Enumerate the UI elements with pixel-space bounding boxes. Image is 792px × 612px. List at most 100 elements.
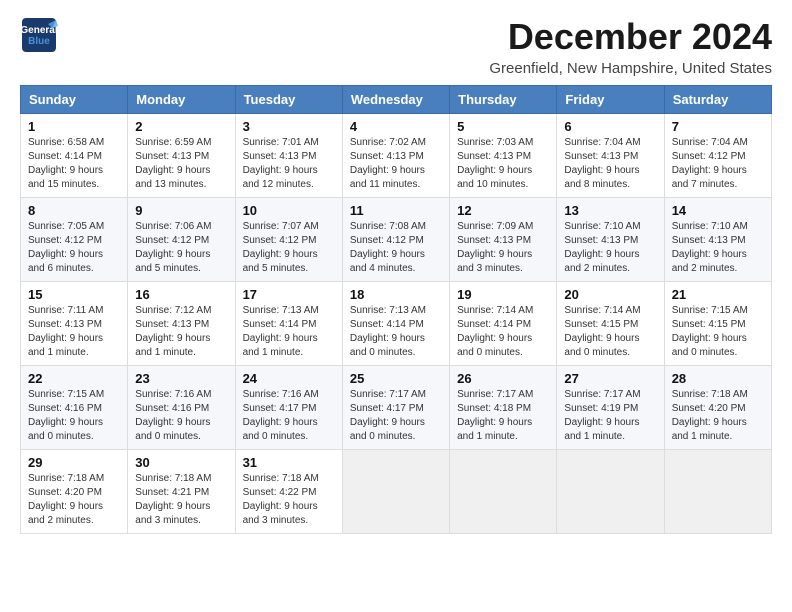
- table-row: 8 Sunrise: 7:05 AMSunset: 4:12 PMDaylight…: [21, 198, 128, 282]
- cell-info: Sunrise: 7:04 AMSunset: 4:12 PMDaylight:…: [672, 136, 764, 192]
- cell-info: Sunrise: 7:17 AMSunset: 4:17 PMDaylight:…: [350, 388, 442, 444]
- calendar-week-row: 29 Sunrise: 7:18 AMSunset: 4:20 PMDayligh…: [21, 450, 772, 534]
- table-row: 21Sunrise: 7:15 AMSunset: 4:15 PMDayligh…: [664, 282, 771, 366]
- cell-info: Sunrise: 7:18 AMSunset: 4:22 PMDaylight:…: [243, 472, 335, 528]
- table-row: 31 Sunrise: 7:18 AMSunset: 4:22 PMDayligh…: [235, 450, 342, 534]
- day-number: 14: [672, 203, 764, 218]
- day-number: 19: [457, 287, 549, 302]
- day-number: 1: [28, 119, 120, 134]
- table-row: 30 Sunrise: 7:18 AMSunset: 4:21 PMDayligh…: [128, 450, 235, 534]
- table-row: 10 Sunrise: 7:07 AMSunset: 4:12 PMDayligh…: [235, 198, 342, 282]
- table-row: 24Sunrise: 7:16 AMSunset: 4:17 PMDayligh…: [235, 366, 342, 450]
- day-number: 6: [564, 119, 656, 134]
- calendar-week-row: 1 Sunrise: 6:58 AMSunset: 4:14 PMDaylight…: [21, 114, 772, 198]
- day-number: 11: [350, 203, 442, 218]
- cell-info: Sunrise: 6:58 AMSunset: 4:14 PMDaylight:…: [28, 136, 120, 192]
- col-sunday: Sunday: [21, 86, 128, 114]
- table-row: 12 Sunrise: 7:09 AMSunset: 4:13 PMDayligh…: [450, 198, 557, 282]
- day-number: 22: [28, 371, 120, 386]
- cell-info: Sunrise: 7:13 AMSunset: 4:14 PMDaylight:…: [350, 304, 442, 360]
- table-row: 16 Sunrise: 7:12 AMSunset: 4:13 PMDayligh…: [128, 282, 235, 366]
- col-friday: Friday: [557, 86, 664, 114]
- day-number: 10: [243, 203, 335, 218]
- table-row: 27Sunrise: 7:17 AMSunset: 4:19 PMDayligh…: [557, 366, 664, 450]
- table-row: 1 Sunrise: 6:58 AMSunset: 4:14 PMDaylight…: [21, 114, 128, 198]
- table-row: 7 Sunrise: 7:04 AMSunset: 4:12 PMDaylight…: [664, 114, 771, 198]
- day-number: 12: [457, 203, 549, 218]
- table-row: 28 Sunrise: 7:18 AMSunset: 4:20 PMDayligh…: [664, 366, 771, 450]
- day-number: 4: [350, 119, 442, 134]
- logo-icon: General Blue: [20, 16, 58, 54]
- table-row: 23 Sunrise: 7:16 AMSunset: 4:16 PMDayligh…: [128, 366, 235, 450]
- cell-info: Sunrise: 7:04 AMSunset: 4:13 PMDaylight:…: [564, 136, 656, 192]
- table-row: 25 Sunrise: 7:17 AMSunset: 4:17 PMDayligh…: [342, 366, 449, 450]
- cell-info: Sunrise: 7:17 AMSunset: 4:19 PMDaylight:…: [564, 388, 656, 444]
- day-number: 16: [135, 287, 227, 302]
- logo: General Blue: [20, 16, 58, 54]
- day-number: 9: [135, 203, 227, 218]
- day-number: 24: [243, 371, 335, 386]
- day-number: 17: [243, 287, 335, 302]
- table-row: 20 Sunrise: 7:14 AMSunset: 4:15 PMDayligh…: [557, 282, 664, 366]
- table-row: 13 Sunrise: 7:10 AMSunset: 4:13 PMDayligh…: [557, 198, 664, 282]
- table-row: 14 Sunrise: 7:10 AMSunset: 4:13 PMDayligh…: [664, 198, 771, 282]
- cell-info: Sunrise: 7:11 AMSunset: 4:13 PMDaylight:…: [28, 304, 120, 360]
- table-row: 19 Sunrise: 7:14 AMSunset: 4:14 PMDayligh…: [450, 282, 557, 366]
- calendar-week-row: 15 Sunrise: 7:11 AMSunset: 4:13 PMDayligh…: [21, 282, 772, 366]
- table-row: [342, 450, 449, 534]
- day-number: 31: [243, 455, 335, 470]
- day-number: 18: [350, 287, 442, 302]
- location: Greenfield, New Hampshire, United States: [489, 60, 772, 77]
- table-row: 26Sunrise: 7:17 AMSunset: 4:18 PMDayligh…: [450, 366, 557, 450]
- cell-info: Sunrise: 7:03 AMSunset: 4:13 PMDaylight:…: [457, 136, 549, 192]
- col-saturday: Saturday: [664, 86, 771, 114]
- day-number: 13: [564, 203, 656, 218]
- cell-info: Sunrise: 7:16 AMSunset: 4:16 PMDaylight:…: [135, 388, 227, 444]
- table-row: 5 Sunrise: 7:03 AMSunset: 4:13 PMDaylight…: [450, 114, 557, 198]
- day-number: 26: [457, 371, 549, 386]
- cell-info: Sunrise: 7:09 AMSunset: 4:13 PMDaylight:…: [457, 220, 549, 276]
- col-thursday: Thursday: [450, 86, 557, 114]
- svg-text:Blue: Blue: [28, 36, 50, 47]
- cell-info: Sunrise: 7:10 AMSunset: 4:13 PMDaylight:…: [564, 220, 656, 276]
- title-section: December 2024 Greenfield, New Hampshire,…: [489, 16, 772, 77]
- col-monday: Monday: [128, 86, 235, 114]
- day-number: 20: [564, 287, 656, 302]
- day-number: 8: [28, 203, 120, 218]
- day-number: 7: [672, 119, 764, 134]
- cell-info: Sunrise: 7:14 AMSunset: 4:15 PMDaylight:…: [564, 304, 656, 360]
- cell-info: Sunrise: 7:05 AMSunset: 4:12 PMDaylight:…: [28, 220, 120, 276]
- calendar-table: Sunday Monday Tuesday Wednesday Thursday…: [20, 85, 772, 534]
- day-number: 28: [672, 371, 764, 386]
- table-row: 3 Sunrise: 7:01 AMSunset: 4:13 PMDaylight…: [235, 114, 342, 198]
- table-row: 6 Sunrise: 7:04 AMSunset: 4:13 PMDaylight…: [557, 114, 664, 198]
- cell-info: Sunrise: 7:10 AMSunset: 4:13 PMDaylight:…: [672, 220, 764, 276]
- cell-info: Sunrise: 7:07 AMSunset: 4:12 PMDaylight:…: [243, 220, 335, 276]
- col-wednesday: Wednesday: [342, 86, 449, 114]
- day-number: 3: [243, 119, 335, 134]
- cell-info: Sunrise: 7:06 AMSunset: 4:12 PMDaylight:…: [135, 220, 227, 276]
- day-number: 5: [457, 119, 549, 134]
- cell-info: Sunrise: 7:18 AMSunset: 4:20 PMDaylight:…: [672, 388, 764, 444]
- day-number: 23: [135, 371, 227, 386]
- cell-info: Sunrise: 7:14 AMSunset: 4:14 PMDaylight:…: [457, 304, 549, 360]
- day-number: 15: [28, 287, 120, 302]
- table-row: [450, 450, 557, 534]
- day-number: 29: [28, 455, 120, 470]
- cell-info: Sunrise: 7:18 AMSunset: 4:20 PMDaylight:…: [28, 472, 120, 528]
- cell-info: Sunrise: 7:18 AMSunset: 4:21 PMDaylight:…: [135, 472, 227, 528]
- cell-info: Sunrise: 7:01 AMSunset: 4:13 PMDaylight:…: [243, 136, 335, 192]
- table-row: 17 Sunrise: 7:13 AMSunset: 4:14 PMDayligh…: [235, 282, 342, 366]
- table-row: 29 Sunrise: 7:18 AMSunset: 4:20 PMDayligh…: [21, 450, 128, 534]
- month-title: December 2024: [489, 16, 772, 58]
- cell-info: Sunrise: 7:13 AMSunset: 4:14 PMDaylight:…: [243, 304, 335, 360]
- cell-info: Sunrise: 7:15 AMSunset: 4:16 PMDaylight:…: [28, 388, 120, 444]
- cell-info: Sunrise: 7:12 AMSunset: 4:13 PMDaylight:…: [135, 304, 227, 360]
- table-row: [557, 450, 664, 534]
- day-number: 30: [135, 455, 227, 470]
- day-number: 25: [350, 371, 442, 386]
- day-number: 21: [672, 287, 764, 302]
- day-number: 2: [135, 119, 227, 134]
- cell-info: Sunrise: 7:08 AMSunset: 4:12 PMDaylight:…: [350, 220, 442, 276]
- calendar-header-row: Sunday Monday Tuesday Wednesday Thursday…: [21, 86, 772, 114]
